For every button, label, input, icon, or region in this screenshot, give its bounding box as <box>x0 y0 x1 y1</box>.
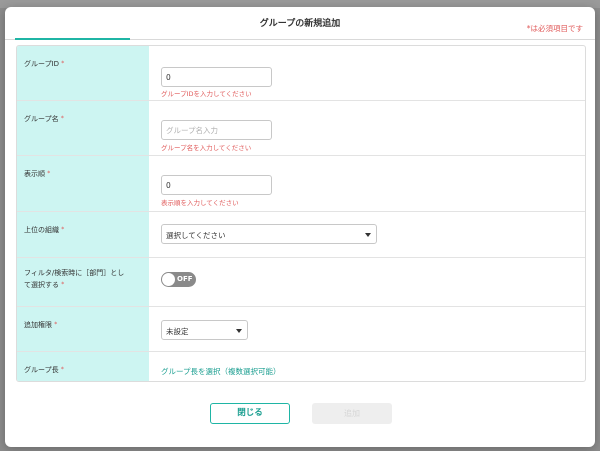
form-row-parent-org: 上位の組織 * 選択してください <box>17 212 585 258</box>
filter-dept-toggle[interactable]: OFF <box>161 272 196 287</box>
add-permission-body: 未設定 <box>149 307 585 351</box>
form-row-group-leader: グループ長 * グループ長を選択（複数選択可能） <box>17 352 585 381</box>
required-mark: * <box>61 60 65 67</box>
display-order-label: 表示順 * <box>17 156 149 211</box>
toggle-knob <box>162 273 175 286</box>
parent-org-label: 上位の組織 * <box>17 212 149 257</box>
group-name-label: グループ名 * <box>17 101 149 155</box>
modal-header: グループの新規追加 *は必須項目です <box>5 7 595 40</box>
modal-title: グループの新規追加 <box>259 19 341 29</box>
filter-dept-label-line2: て選択する <box>24 281 59 289</box>
required-mark: * <box>47 170 51 177</box>
tab-underline <box>15 38 130 40</box>
group-leader-body: グループ長を選択（複数選択可能） <box>149 352 585 381</box>
parent-org-body: 選択してください <box>149 212 585 257</box>
group-id-label-text: グループID <box>24 60 60 68</box>
add-permission-label-text: 追加権限 <box>24 321 52 329</box>
chevron-down-icon <box>365 233 371 237</box>
toggle-state-text: OFF <box>177 275 193 283</box>
group-id-error: グループIDを入力してください <box>161 90 252 98</box>
required-mark: * <box>60 366 64 373</box>
display-order-label-text: 表示順 <box>24 170 45 178</box>
form-row-display-order: 表示順 * 表示順を入力してください <box>17 156 585 212</box>
filter-dept-body: OFF <box>149 258 585 306</box>
chevron-down-icon <box>236 329 242 333</box>
add-permission-label: 追加権限 * <box>17 307 149 351</box>
parent-org-select-value: 選択してください <box>166 231 226 240</box>
parent-org-label-text: 上位の組織 <box>24 226 59 234</box>
group-id-body: グループIDを入力してください <box>149 46 585 100</box>
group-name-input[interactable] <box>161 120 272 140</box>
required-note: *は必須項目です <box>526 24 583 33</box>
form-row-group-name: グループ名 * グループ名を入力してください <box>17 101 585 156</box>
group-id-label: グループID * <box>17 46 149 100</box>
close-button[interactable]: 閉じる <box>210 403 290 424</box>
group-name-body: グループ名を入力してください <box>149 101 585 155</box>
parent-org-select[interactable]: 選択してください <box>161 224 377 244</box>
group-form: グループID * グループIDを入力してください グループ名 * グループ名を入… <box>16 45 586 382</box>
filter-dept-label: フィルタ/検索時に［部門］とし て選択する * <box>17 258 149 306</box>
add-group-modal: グループの新規追加 *は必須項目です グループID * グループIDを入力してく… <box>5 7 595 447</box>
form-row-group-id: グループID * グループIDを入力してください <box>17 46 585 101</box>
display-order-body: 表示順を入力してください <box>149 156 585 211</box>
form-row-add-permission: 追加権限 * 未設定 <box>17 307 585 352</box>
group-leader-label-text: グループ長 <box>24 366 59 374</box>
add-permission-select[interactable]: 未設定 <box>161 320 248 340</box>
filter-dept-label-line2-wrap: て選択する * <box>24 279 149 291</box>
display-order-input[interactable] <box>161 175 272 195</box>
group-id-input[interactable] <box>161 67 272 87</box>
form-row-filter-dept: フィルタ/検索時に［部門］とし て選択する * OFF <box>17 258 585 307</box>
select-group-leader-link[interactable]: グループ長を選択（複数選択可能） <box>161 366 281 377</box>
group-leader-label: グループ長 * <box>17 352 149 381</box>
filter-dept-label-line1: フィルタ/検索時に［部門］とし <box>24 269 125 277</box>
required-mark: * <box>60 115 64 122</box>
required-mark: * <box>61 226 65 233</box>
group-name-error: グループ名を入力してください <box>161 144 252 152</box>
group-name-label-text: グループ名 <box>24 115 59 123</box>
display-order-error: 表示順を入力してください <box>161 199 239 207</box>
add-permission-select-value: 未設定 <box>166 327 189 336</box>
required-mark: * <box>61 281 65 288</box>
required-mark: * <box>54 321 58 328</box>
add-button[interactable]: 追加 <box>312 403 392 424</box>
